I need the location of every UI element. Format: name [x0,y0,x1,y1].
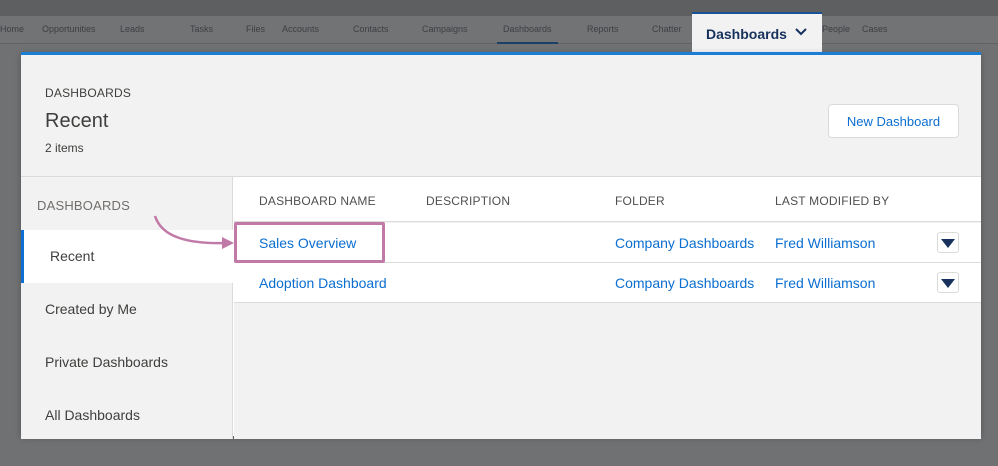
list-view-header: DASHBOARDS Recent 2 items New Dashboard [21,55,981,177]
bg-nav-files: Files [246,24,266,34]
modified-by-link[interactable]: Fred Williamson [775,235,875,251]
new-dashboard-button[interactable]: New Dashboard [828,104,959,138]
bg-nav-cases: Cases [862,24,888,34]
table-row: Adoption Dashboard Company Dashboards Fr… [234,263,981,303]
row-actions-dropdown[interactable] [937,272,959,293]
triangle-down-icon [941,279,955,288]
dashboard-name-link[interactable]: Adoption Dashboard [259,275,387,291]
row-actions-dropdown[interactable] [937,232,959,253]
annotation-highlight-box [234,222,385,263]
modified-by-link[interactable]: Fred Williamson [775,275,875,291]
bg-nav-dashboards: Dashboards [497,16,558,44]
bg-nav-leads: Leads [120,24,145,34]
bg-nav-people: People [822,24,851,34]
dashboards-tab-label: Dashboards [706,26,787,42]
column-header-last-modified-by[interactable]: LAST MODIFIED BY [775,194,889,208]
bg-nav-chatter: Chatter [652,24,682,34]
dashboards-nav-tab[interactable]: Dashboards [692,12,822,56]
annotation-arrow-icon [153,215,234,249]
bg-nav-campaigns: Campaigns [422,24,468,34]
object-label: DASHBOARDS [45,86,132,100]
chevron-down-icon[interactable] [794,24,808,41]
bg-nav-contacts: Contacts [353,24,389,34]
column-header-description[interactable]: DESCRIPTION [426,194,510,208]
global-header [0,0,998,16]
sidebar-item-all-dashboards[interactable]: All Dashboards [21,389,233,442]
folder-link[interactable]: Company Dashboards [615,275,754,291]
column-header-folder[interactable]: FOLDER [615,194,665,208]
column-header-name[interactable]: DASHBOARD NAME [259,194,376,208]
bg-nav-reports: Reports [587,24,619,34]
bg-nav-opportunities: Opportunities [42,24,96,34]
sidebar-item-created-by-me[interactable]: Created by Me [21,283,233,336]
bg-nav-home: Home [0,24,25,34]
sidebar-heading: DASHBOARDS [37,198,131,213]
bg-nav-tasks: Tasks [190,24,214,34]
triangle-down-icon [941,239,955,248]
background-nav-bar: Home Opportunities Leads Tasks Files Acc… [0,16,998,44]
folder-link[interactable]: Company Dashboards [615,235,754,251]
sidebar-item-private-dashboards[interactable]: Private Dashboards [21,336,233,389]
item-count: 2 items [45,141,84,155]
bg-nav-accounts: Accounts [282,24,320,34]
table-header: DASHBOARD NAME DESCRIPTION FOLDER LAST M… [234,177,981,222]
list-view-title: Recent [45,110,109,132]
dashboards-table: DASHBOARD NAME DESCRIPTION FOLDER LAST M… [234,177,981,439]
